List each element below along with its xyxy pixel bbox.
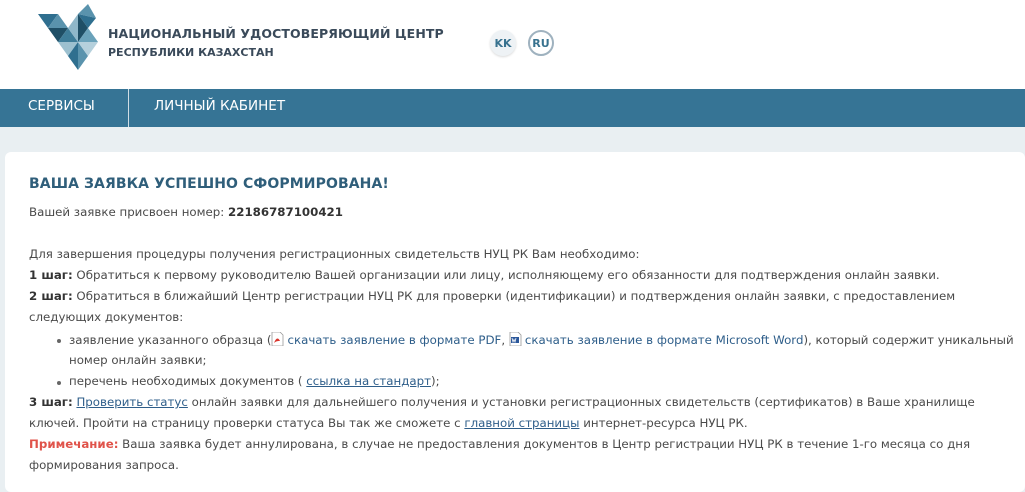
bullet-application-line-2: номер онлайн заявки; bbox=[69, 353, 207, 367]
step1-label: 1 шаг: bbox=[29, 268, 73, 282]
download-pdf-link[interactable]: скачать заявление в формате PDF bbox=[287, 333, 501, 347]
nav-divider bbox=[128, 89, 129, 127]
standard-link[interactable]: ссылка на стандарт bbox=[306, 374, 431, 388]
step3-label: 3 шаг: bbox=[29, 395, 73, 409]
step1-line: 1 шаг: Обратиться к первому руководителю… bbox=[29, 268, 940, 282]
step3-line-2: ключей. Пройти на страницу проверки стат… bbox=[29, 416, 748, 430]
bullet-dot bbox=[57, 381, 61, 385]
main-page-link[interactable]: главной страницы bbox=[464, 416, 579, 430]
org-name-line1: НАЦИОНАЛЬНЫЙ УДОСТОВЕРЯЮЩИЙ ЦЕНТР bbox=[108, 26, 444, 41]
note-label: Примечание: bbox=[29, 437, 119, 451]
bullet2-prefix: перечень необходимых документов ( bbox=[69, 374, 307, 388]
note-line: Примечание: Ваша заявка будет аннулирова… bbox=[29, 437, 970, 451]
step2-text: Обратиться в ближайший Центр регистрации… bbox=[72, 289, 956, 303]
step3-text-2: ключей. Пройти на страницу проверки стат… bbox=[29, 416, 465, 430]
intro-text: Для завершения процедуры получения регис… bbox=[29, 247, 640, 261]
site-header: НАЦИОНАЛЬНЫЙ УДОСТОВЕРЯЮЩИЙ ЦЕНТР РЕСПУБ… bbox=[0, 0, 1025, 89]
nav-item-services[interactable]: СЕРВИСЫ bbox=[28, 89, 95, 127]
step3-text: онлайн заявки для дальнейшего получения … bbox=[187, 395, 975, 409]
step3-line: 3 шаг: Проверить статус онлайн заявки дл… bbox=[29, 395, 975, 409]
bullet-documents: перечень необходимых документов ( ссылка… bbox=[69, 374, 440, 388]
step2-line: 2 шаг: Обратиться в ближайший Центр реги… bbox=[29, 289, 955, 303]
download-word-link[interactable]: скачать заявление в формате Microsoft Wo… bbox=[525, 333, 804, 347]
request-number-line: Вашей заявке присвоен номер: 22186787100… bbox=[29, 205, 343, 219]
lang-ru-button[interactable]: RU bbox=[528, 30, 554, 56]
request-number: 22186787100421 bbox=[228, 205, 343, 219]
bullet-dot bbox=[57, 339, 61, 343]
step3-text-3: интернет-ресурса НУЦ РК. bbox=[579, 416, 748, 430]
step2-label: 2 шаг: bbox=[29, 289, 73, 303]
org-name: НАЦИОНАЛЬНЫЙ УДОСТОВЕРЯЮЩИЙ ЦЕНТР РЕСПУБ… bbox=[108, 26, 444, 59]
org-name-line2: РЕСПУБЛИКИ КАЗАХСТАН bbox=[108, 46, 274, 59]
page-title: ВАША ЗАЯВКА УСПЕШНО СФОРМИРОВАНА! bbox=[29, 176, 389, 192]
nav-item-cabinet[interactable]: ЛИЧНЫЙ КАБИНЕТ bbox=[154, 89, 285, 127]
bullet2-suffix: ); bbox=[430, 374, 440, 388]
step1-text: Обратиться к первому руководителю Вашей … bbox=[72, 268, 940, 282]
request-number-label: Вашей заявке присвоен номер: bbox=[29, 205, 229, 219]
word-file-icon[interactable] bbox=[509, 332, 522, 346]
note-line-2: формирования запроса. bbox=[29, 458, 179, 472]
note-text: Ваша заявка будет аннулирована, в случае… bbox=[118, 437, 971, 451]
main-nav: СЕРВИСЫ ЛИЧНЫЙ КАБИНЕТ bbox=[0, 89, 1025, 127]
bullet1-prefix: заявление указанного образца ( bbox=[69, 333, 272, 347]
check-status-link[interactable]: Проверить статус bbox=[76, 395, 187, 409]
bullet-application: заявление указанного образца ( скачать за… bbox=[69, 332, 1014, 347]
bullet1-suffix: ), который содержит уникальный bbox=[803, 333, 1014, 347]
lang-kk-button[interactable]: KK bbox=[490, 30, 516, 56]
pdf-file-icon[interactable] bbox=[271, 332, 284, 346]
step2-line-2: следующих документов: bbox=[29, 310, 184, 324]
nuc-logo-icon[interactable] bbox=[36, 4, 104, 72]
